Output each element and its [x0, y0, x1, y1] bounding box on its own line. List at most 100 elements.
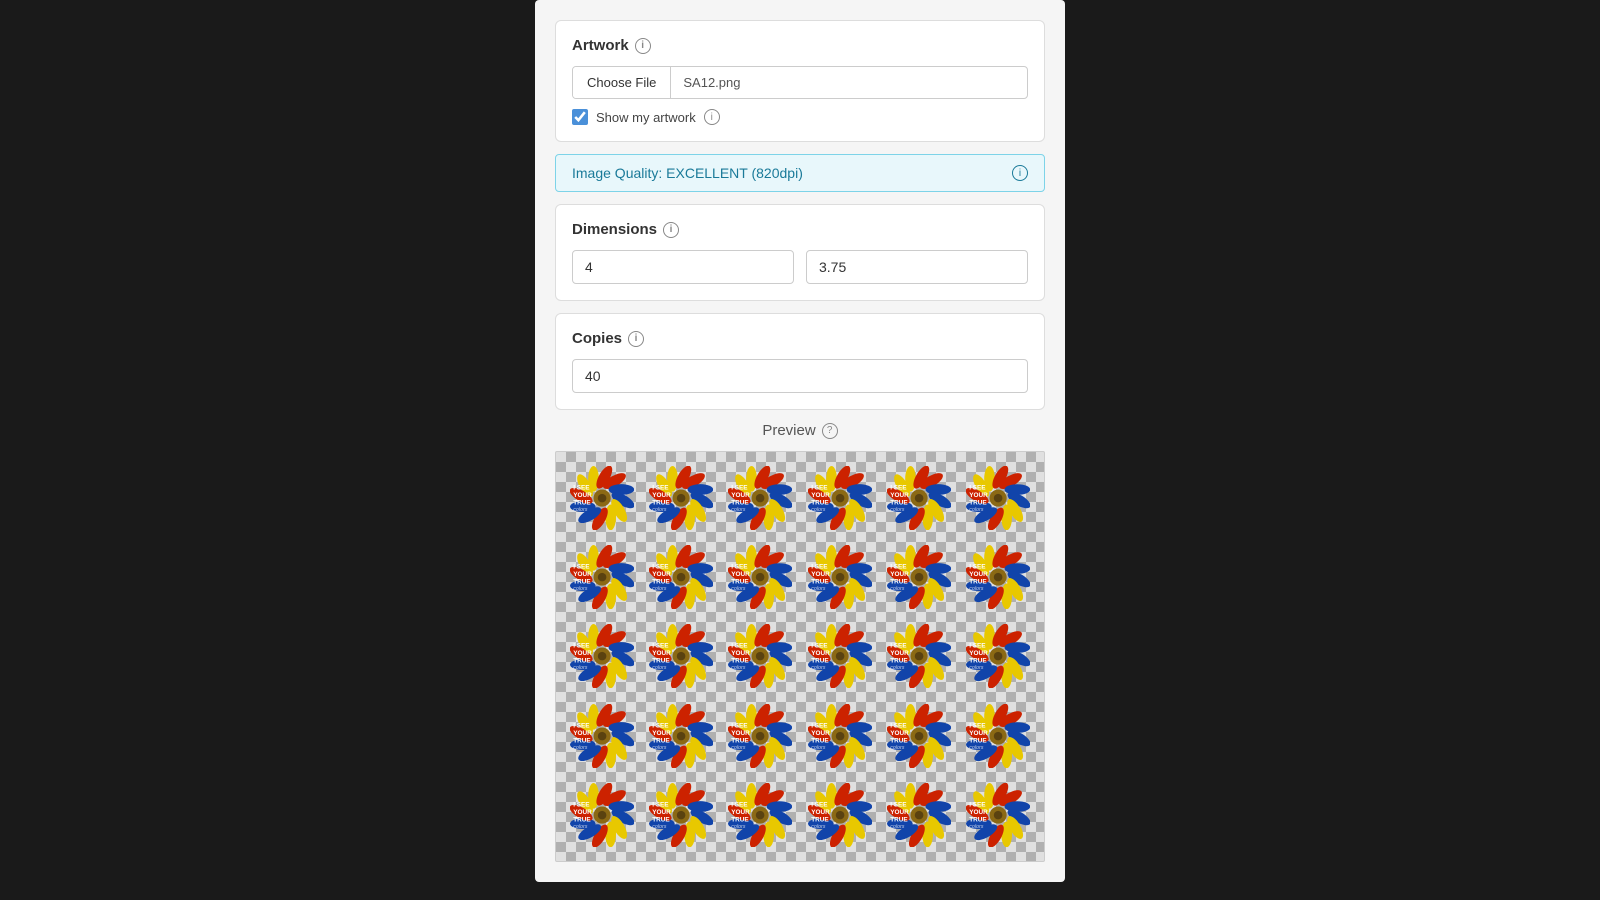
list-item: I SEEYOURTRUEcolors [643, 619, 718, 694]
svg-text:YOUR: YOUR [652, 650, 671, 657]
svg-text:TRUE: TRUE [731, 499, 749, 506]
list-item: I SEEYOURTRUEcolors [723, 460, 798, 535]
show-artwork-label: Show my artwork [596, 110, 696, 125]
choose-file-button[interactable]: Choose File [573, 67, 671, 98]
list-item: I SEEYOURTRUEcolors [723, 698, 798, 773]
svg-text:TRUE: TRUE [811, 816, 829, 823]
svg-text:TRUE: TRUE [652, 578, 670, 585]
list-item: I SEEYOURTRUEcolors [564, 777, 639, 852]
svg-text:I SEE: I SEE [652, 643, 669, 650]
sticker: I SEEYOURTRUEcolors [725, 462, 796, 533]
sticker: I SEEYOURTRUEcolors [725, 621, 796, 692]
sticker: I SEEYOURTRUEcolors [725, 700, 796, 771]
svg-text:colors: colors [573, 745, 588, 751]
svg-text:colors: colors [890, 824, 905, 830]
list-item: I SEEYOURTRUEcolors [723, 619, 798, 694]
svg-text:TRUE: TRUE [573, 737, 591, 744]
list-item: I SEEYOURTRUEcolors [961, 777, 1036, 852]
sticker: I SEEYOURTRUEcolors [804, 700, 875, 771]
copies-input[interactable] [572, 359, 1028, 393]
artwork-section: Artwork i Choose File SA12.png Show my a… [555, 20, 1045, 142]
svg-text:I SEE: I SEE [731, 643, 748, 650]
list-item: I SEEYOURTRUEcolors [881, 698, 956, 773]
svg-text:YOUR: YOUR [969, 571, 988, 578]
list-item: I SEEYOURTRUEcolors [961, 619, 1036, 694]
svg-text:TRUE: TRUE [811, 737, 829, 744]
svg-text:TRUE: TRUE [731, 658, 749, 665]
svg-text:I SEE: I SEE [731, 563, 748, 570]
svg-text:YOUR: YOUR [652, 809, 671, 816]
dimensions-title: Dimensions i [572, 221, 1028, 238]
show-artwork-checkbox[interactable] [572, 109, 588, 125]
sticker: I SEEYOURTRUEcolors [963, 779, 1034, 850]
svg-text:TRUE: TRUE [969, 658, 987, 665]
width-input[interactable] [572, 250, 794, 284]
list-item: I SEEYOURTRUEcolors [564, 698, 639, 773]
svg-text:YOUR: YOUR [969, 730, 988, 737]
svg-text:colors: colors [652, 586, 667, 592]
preview-info-icon[interactable]: ? [822, 423, 838, 439]
sticker: I SEEYOURTRUEcolors [963, 462, 1034, 533]
svg-text:I SEE: I SEE [573, 563, 590, 570]
svg-text:I SEE: I SEE [652, 801, 669, 808]
list-item: I SEEYOURTRUEcolors [961, 539, 1036, 614]
svg-text:YOUR: YOUR [731, 492, 750, 499]
svg-text:TRUE: TRUE [731, 816, 749, 823]
svg-text:TRUE: TRUE [890, 658, 908, 665]
list-item: I SEEYOURTRUEcolors [802, 619, 877, 694]
svg-text:TRUE: TRUE [811, 658, 829, 665]
svg-text:I SEE: I SEE [969, 801, 986, 808]
svg-text:YOUR: YOUR [890, 650, 909, 657]
copies-info-icon[interactable]: i [628, 331, 644, 347]
sticker: I SEEYOURTRUEcolors [566, 541, 637, 612]
svg-text:colors: colors [890, 745, 905, 751]
preview-canvas: I SEEYOURTRUEcolors I SEEYOURTRUEcolors … [555, 451, 1045, 862]
svg-text:colors: colors [811, 665, 826, 671]
show-artwork-info-icon[interactable]: i [704, 109, 720, 125]
preview-section: Preview ? I SEEYOURTRUEcolors I SEEYOURT… [555, 422, 1045, 862]
svg-text:I SEE: I SEE [652, 563, 669, 570]
svg-text:colors: colors [731, 745, 746, 751]
sticker: I SEEYOURTRUEcolors [725, 541, 796, 612]
quality-banner[interactable]: Image Quality: EXCELLENT (820dpi) i [555, 154, 1045, 192]
sticker: I SEEYOURTRUEcolors [645, 462, 716, 533]
list-item: I SEEYOURTRUEcolors [802, 539, 877, 614]
list-item: I SEEYOURTRUEcolors [881, 619, 956, 694]
svg-text:colors: colors [969, 586, 984, 592]
list-item: I SEEYOURTRUEcolors [961, 698, 1036, 773]
svg-text:I SEE: I SEE [811, 801, 828, 808]
list-item: I SEEYOURTRUEcolors [881, 460, 956, 535]
sticker: I SEEYOURTRUEcolors [566, 462, 637, 533]
main-panel: Artwork i Choose File SA12.png Show my a… [535, 0, 1065, 882]
svg-text:colors: colors [811, 506, 826, 512]
svg-text:colors: colors [811, 586, 826, 592]
svg-text:YOUR: YOUR [652, 492, 671, 499]
list-item: I SEEYOURTRUEcolors [564, 619, 639, 694]
svg-text:I SEE: I SEE [969, 484, 986, 491]
svg-text:YOUR: YOUR [573, 730, 592, 737]
svg-text:I SEE: I SEE [573, 484, 590, 491]
svg-text:YOUR: YOUR [731, 650, 750, 657]
svg-text:I SEE: I SEE [652, 484, 669, 491]
svg-text:TRUE: TRUE [811, 499, 829, 506]
svg-text:colors: colors [731, 586, 746, 592]
artwork-info-icon[interactable]: i [635, 38, 651, 54]
svg-text:TRUE: TRUE [652, 499, 670, 506]
svg-text:YOUR: YOUR [890, 492, 909, 499]
svg-text:TRUE: TRUE [731, 578, 749, 585]
show-artwork-row: Show my artwork i [572, 109, 1028, 125]
svg-text:YOUR: YOUR [969, 650, 988, 657]
svg-text:TRUE: TRUE [969, 578, 987, 585]
svg-text:TRUE: TRUE [652, 658, 670, 665]
copies-section: Copies i [555, 313, 1045, 410]
svg-text:YOUR: YOUR [731, 571, 750, 578]
quality-info-icon[interactable]: i [1012, 165, 1028, 181]
artwork-label: Artwork [572, 37, 629, 54]
svg-text:TRUE: TRUE [573, 578, 591, 585]
svg-text:YOUR: YOUR [573, 650, 592, 657]
height-input[interactable] [806, 250, 1028, 284]
svg-text:colors: colors [890, 506, 905, 512]
sticker: I SEEYOURTRUEcolors [963, 621, 1034, 692]
dimensions-info-icon[interactable]: i [663, 222, 679, 238]
svg-text:colors: colors [573, 824, 588, 830]
